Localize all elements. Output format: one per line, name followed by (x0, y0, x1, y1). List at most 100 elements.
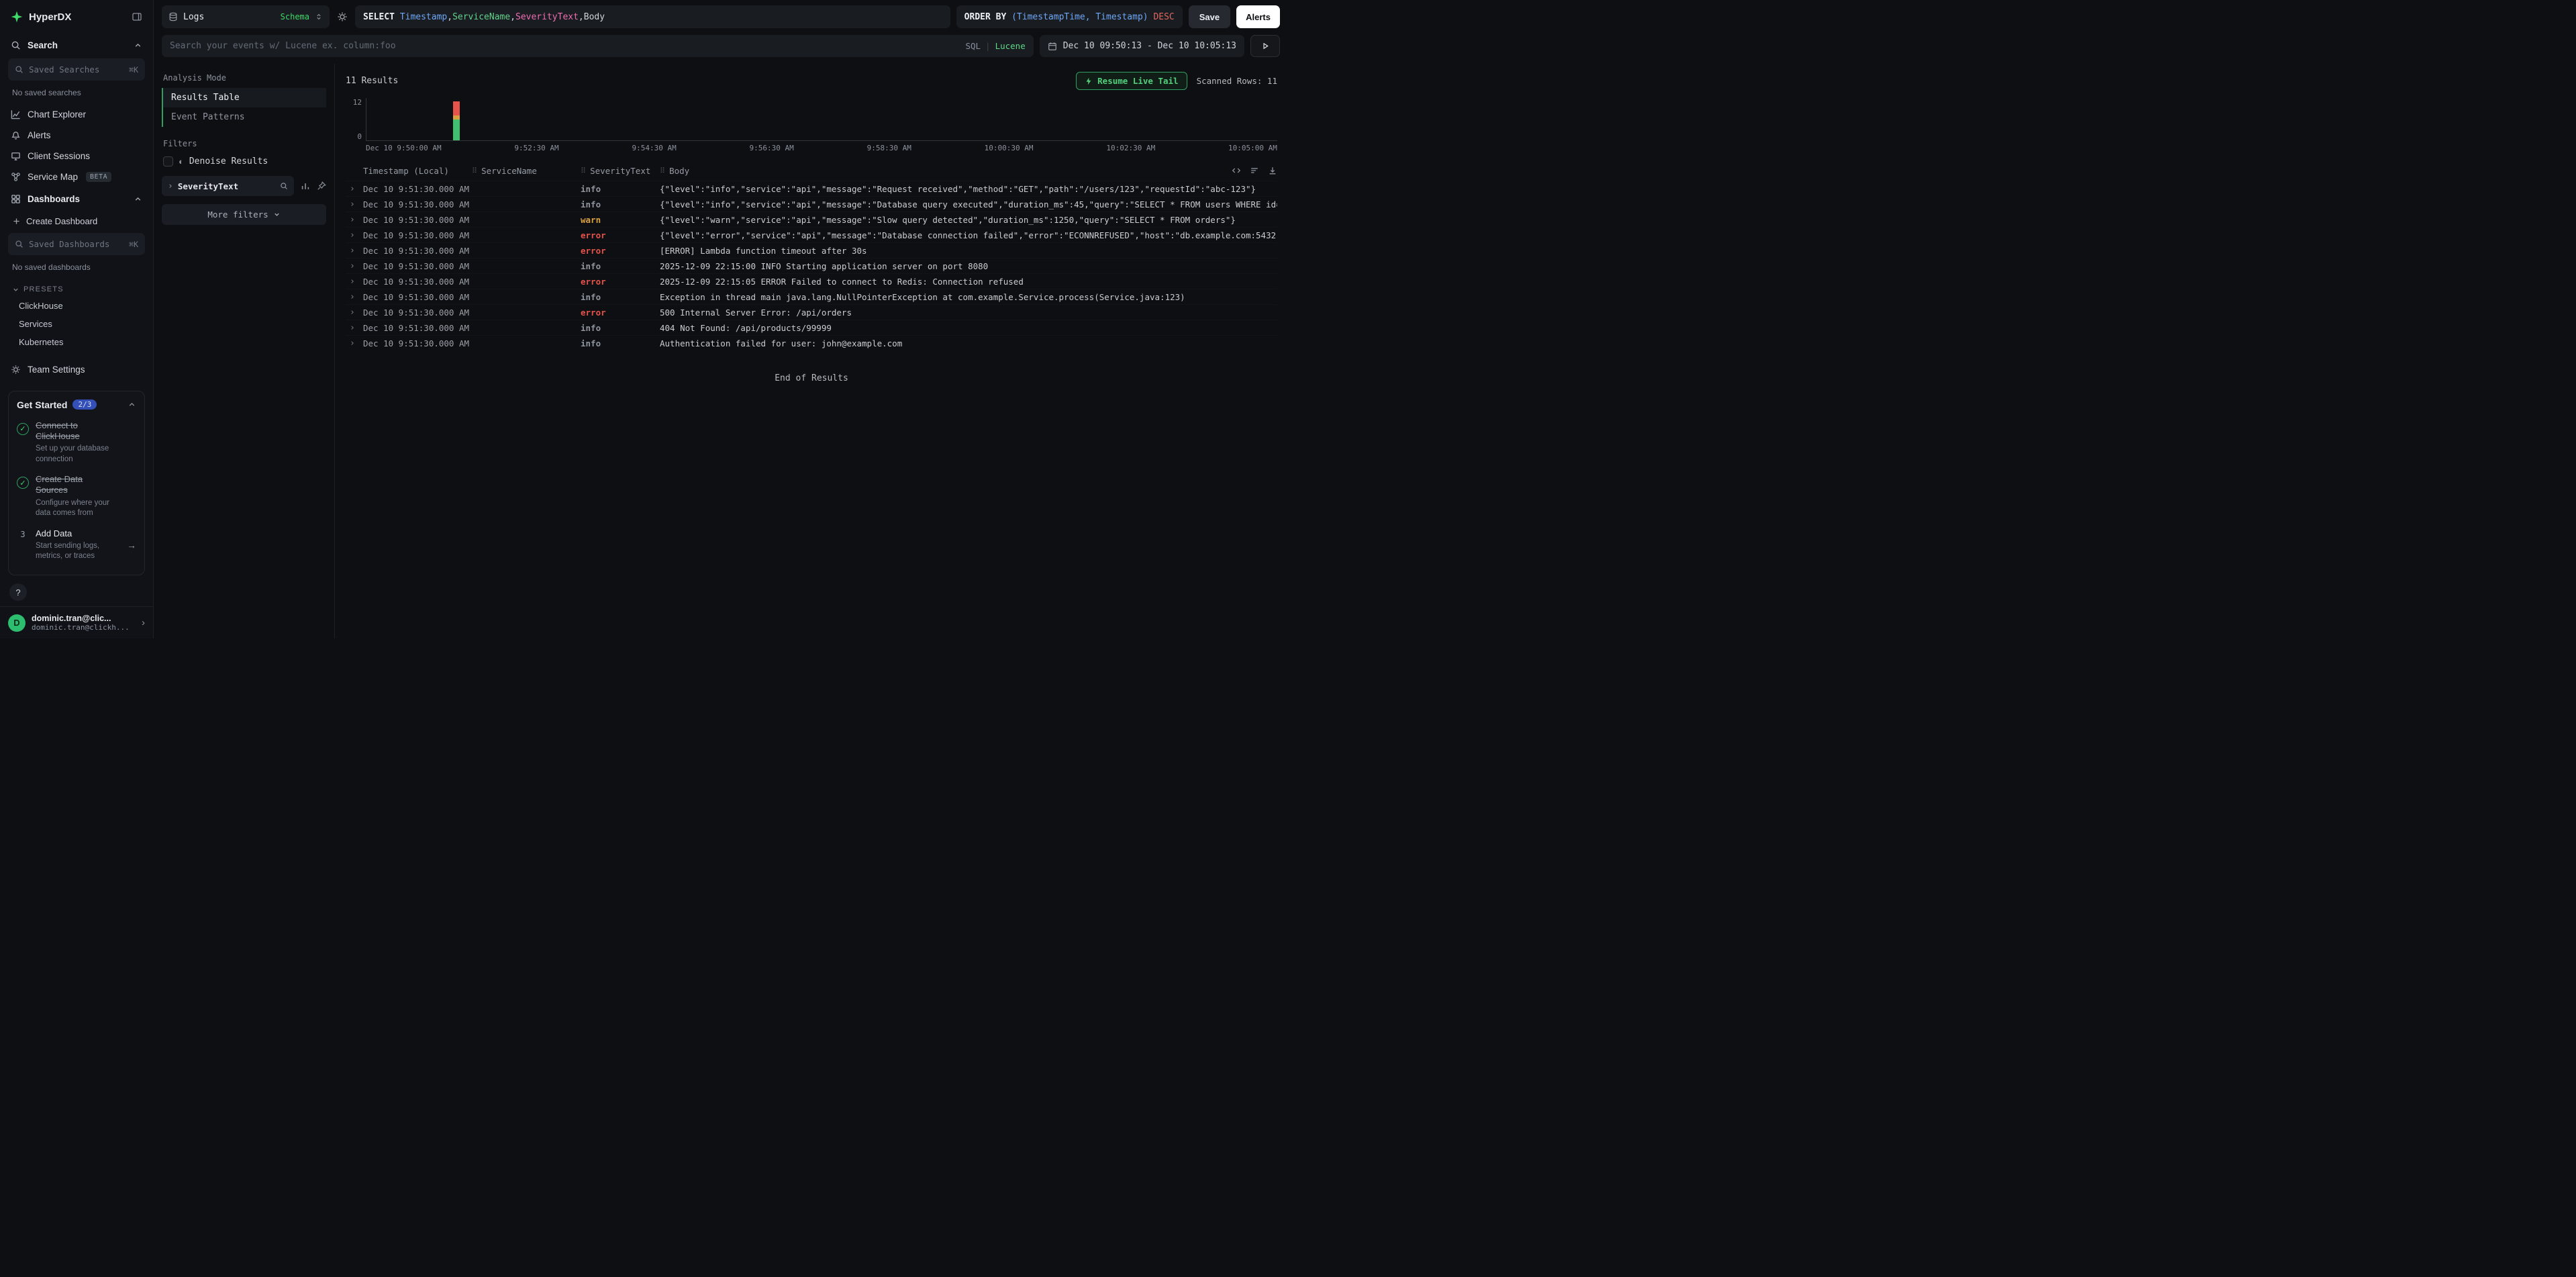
row-expand-icon[interactable]: › (346, 261, 363, 271)
sidebar-section-search[interactable]: Search (0, 34, 153, 57)
user-menu[interactable]: D dominic.tran@clic... dominic.tran@clic… (0, 606, 153, 638)
saved-dashboards-field[interactable] (29, 239, 123, 249)
calendar-icon (1048, 42, 1057, 51)
filter-severitytext[interactable]: › SeverityText (162, 176, 294, 196)
presets-header[interactable]: PRESETS (0, 279, 153, 297)
x-tick-label: 10:02:30 AM (1106, 144, 1155, 152)
sidebar-item-client-sessions[interactable]: Client Sessions (0, 146, 153, 167)
row-expand-icon[interactable]: › (346, 292, 363, 302)
sidebar-item-alerts[interactable]: Alerts (0, 125, 153, 146)
sidebar-collapse-icon[interactable] (132, 11, 142, 22)
get-started-item-desc: Configure where your data comes from (36, 498, 124, 519)
saved-dashboards-input[interactable]: ⌘K (8, 233, 145, 255)
table-row[interactable]: › Dec 10 9:51:30.000 AM warn {"level":"w… (346, 211, 1277, 227)
drag-handle-icon[interactable]: ⠿ (660, 167, 665, 175)
monitor-icon (11, 151, 21, 161)
filter-pin-icon[interactable] (317, 181, 326, 191)
row-expand-icon[interactable]: › (346, 246, 363, 256)
col-header-body[interactable]: ⠿Body (660, 166, 1224, 176)
content-area: Analysis Mode Results Table Event Patter… (154, 64, 1288, 638)
filter-field-name: SeverityText (178, 181, 238, 191)
drag-handle-icon[interactable]: ⠿ (472, 167, 477, 175)
row-expand-icon[interactable]: › (346, 308, 363, 318)
table-row[interactable]: › Dec 10 9:51:30.000 AM error [ERROR] La… (346, 242, 1277, 258)
col-header-service[interactable]: ⠿ServiceName (472, 166, 581, 176)
sql-query-input[interactable]: SELECT Timestamp,ServiceName,SeverityTex… (355, 5, 950, 28)
mode-results-table[interactable]: Results Table (163, 88, 326, 107)
row-expand-icon[interactable]: › (346, 199, 363, 209)
cell-severity: info (581, 184, 660, 194)
help-button[interactable]: ? (9, 583, 27, 601)
cell-body: 404 Not Found: /api/products/99999 (660, 323, 1277, 333)
event-search-field[interactable] (170, 41, 958, 51)
table-row[interactable]: › Dec 10 9:51:30.000 AM info Authenticat… (346, 335, 1277, 350)
col-header-severity[interactable]: ⠿SeverityText (581, 166, 660, 176)
date-range-picker[interactable]: Dec 10 09:50:13 - Dec 10 10:05:13 (1040, 35, 1244, 57)
cell-timestamp: Dec 10 9:51:30.000 AM (363, 230, 472, 240)
event-search-input[interactable]: SQL | Lucene (162, 35, 1034, 57)
run-query-button[interactable] (1250, 35, 1280, 57)
create-dashboard-button[interactable]: Create Dashboard (0, 211, 153, 232)
order-token: (TimestampTime, Timestamp) (1011, 12, 1148, 22)
saved-searches-field[interactable] (29, 64, 123, 75)
filter-search-icon[interactable] (280, 182, 288, 190)
chevron-right-icon: › (142, 617, 145, 628)
row-expand-icon[interactable]: › (346, 230, 363, 240)
table-row[interactable]: › Dec 10 9:51:30.000 AM info {"level":"i… (346, 196, 1277, 211)
get-started-item-sources[interactable]: ✓ Create Data Sources Configure where yo… (17, 469, 136, 524)
avatar: D (8, 614, 26, 632)
source-settings-gear-icon[interactable] (336, 11, 349, 22)
alerts-button[interactable]: Alerts (1236, 5, 1280, 28)
row-expand-icon[interactable]: › (346, 323, 363, 333)
mode-event-patterns[interactable]: Event Patterns (163, 107, 326, 127)
sidebar-item-chart-explorer[interactable]: Chart Explorer (0, 104, 153, 125)
row-expand-icon[interactable]: › (346, 277, 363, 287)
cell-timestamp: Dec 10 9:51:30.000 AM (363, 199, 472, 209)
table-row[interactable]: › Dec 10 9:51:30.000 AM info {"level":"i… (346, 181, 1277, 196)
sidebar-section-dashboards[interactable]: Dashboards (0, 187, 153, 211)
sidebar-item-team-settings[interactable]: Team Settings (0, 359, 153, 380)
results-histogram: 12 0 (346, 98, 1277, 141)
cell-body: Exception in thread main java.lang.NullP… (660, 292, 1277, 302)
table-row[interactable]: › Dec 10 9:51:30.000 AM info Exception i… (346, 289, 1277, 304)
live-tail-label: Resume Live Tail (1097, 76, 1178, 86)
column-settings-icon[interactable] (1250, 166, 1259, 175)
filter-chart-icon[interactable] (301, 181, 310, 191)
get-started-card: Get Started 2/3 ✓ Connect to ClickHouse … (8, 391, 145, 575)
col-header-timestamp[interactable]: Timestamp (Local) (363, 166, 472, 176)
query-token: , (447, 12, 452, 22)
resume-live-tail-button[interactable]: Resume Live Tail (1076, 72, 1187, 90)
sidebar-item-service-map[interactable]: Service Map BETA (0, 167, 153, 187)
table-row[interactable]: › Dec 10 9:51:30.000 AM info 404 Not Fou… (346, 320, 1277, 335)
preset-item[interactable]: Services (0, 315, 153, 333)
download-icon[interactable] (1268, 166, 1277, 175)
sql-toggle[interactable]: SQL (965, 41, 981, 51)
lucene-toggle[interactable]: Lucene (995, 41, 1026, 51)
table-row[interactable]: › Dec 10 9:51:30.000 AM info 2025-12-09 … (346, 258, 1277, 273)
order-by-input[interactable]: ORDER BY (TimestampTime, Timestamp) DESC (956, 5, 1183, 28)
denoise-checkbox[interactable] (163, 156, 173, 167)
saved-searches-input[interactable]: ⌘K (8, 58, 145, 81)
query-token: Body (584, 12, 605, 22)
get-started-item-add-data[interactable]: 3 Add Data Start sending logs, metrics, … (17, 524, 136, 567)
row-expand-icon[interactable]: › (346, 215, 363, 225)
chart-x-axis: Dec 10 9:50:00 AM9:52:30 AM9:54:30 AM9:5… (366, 144, 1277, 152)
format-code-icon[interactable] (1232, 166, 1241, 175)
table-row[interactable]: › Dec 10 9:51:30.000 AM error 500 Intern… (346, 304, 1277, 320)
cell-timestamp: Dec 10 9:51:30.000 AM (363, 308, 472, 318)
row-expand-icon[interactable]: › (346, 338, 363, 348)
table-row[interactable]: › Dec 10 9:51:30.000 AM error {"level":"… (346, 227, 1277, 242)
chevron-up-icon (134, 195, 142, 203)
sidebar-item-label: Alerts (28, 130, 51, 140)
more-filters-button[interactable]: More filters (162, 204, 326, 225)
cell-timestamp: Dec 10 9:51:30.000 AM (363, 246, 472, 256)
preset-item[interactable]: ClickHouse (0, 297, 153, 315)
table-row[interactable]: › Dec 10 9:51:30.000 AM error 2025-12-09… (346, 273, 1277, 289)
preset-item[interactable]: Kubernetes (0, 333, 153, 351)
row-expand-icon[interactable]: › (346, 184, 363, 194)
get-started-header[interactable]: Get Started 2/3 (17, 399, 136, 410)
drag-handle-icon[interactable]: ⠿ (581, 167, 586, 175)
source-select[interactable]: Logs Schema (162, 5, 330, 28)
save-button[interactable]: Save (1189, 5, 1230, 28)
get-started-item-connect[interactable]: ✓ Connect to ClickHouse Set up your data… (17, 416, 136, 470)
